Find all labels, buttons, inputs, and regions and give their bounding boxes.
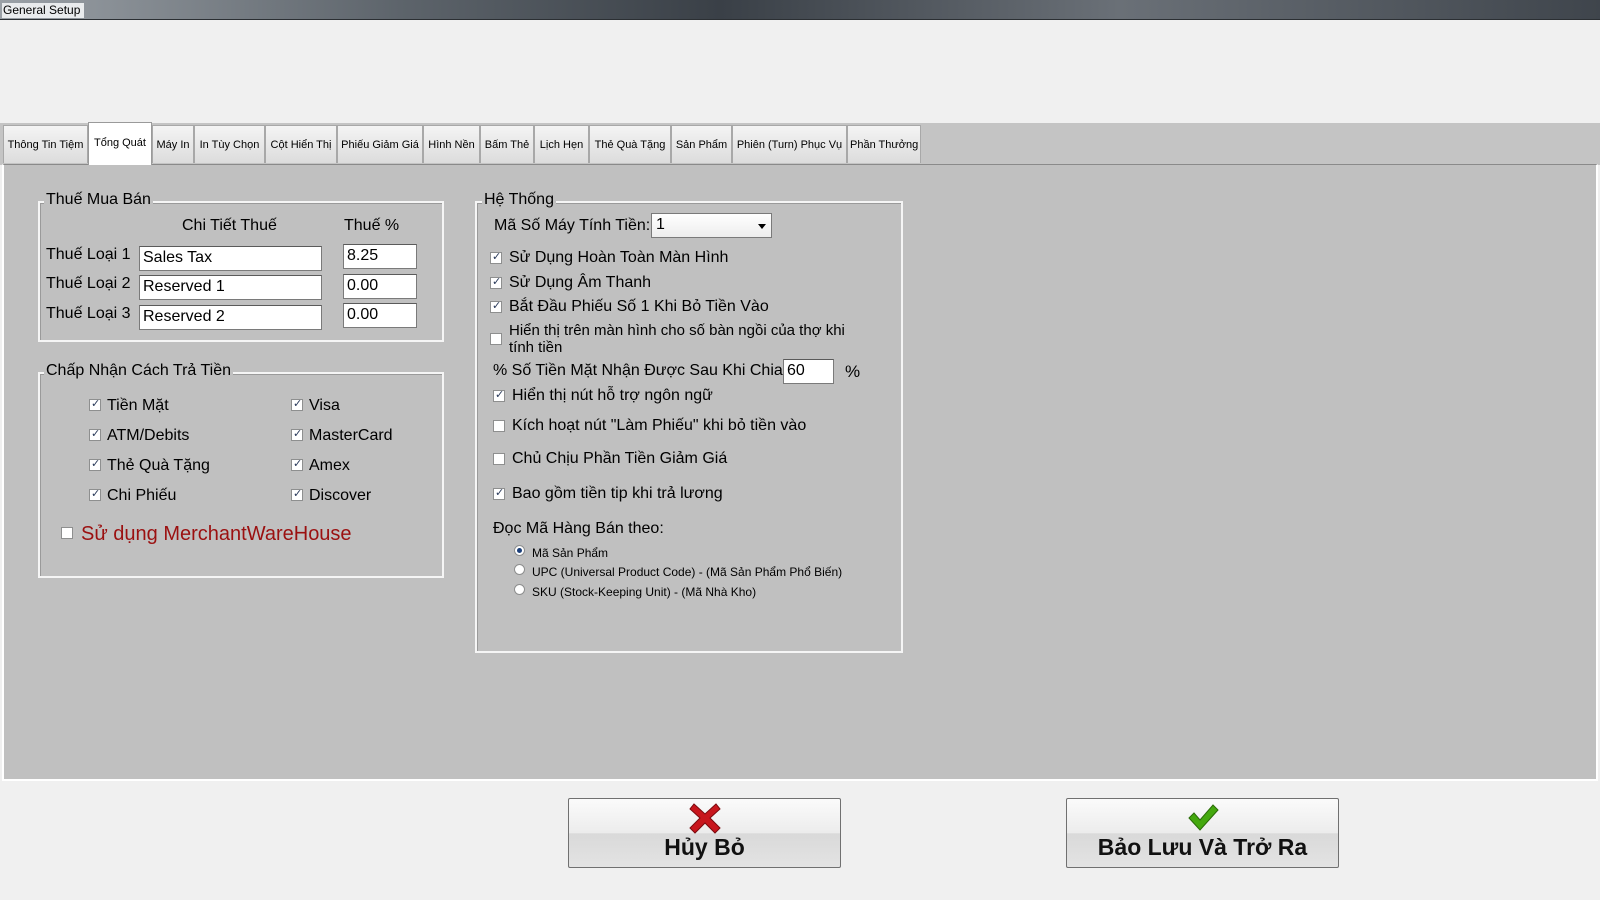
tab-label: Thẻ Quà Tặng — [594, 139, 666, 151]
tab-label: Thông Tin Tiệm — [7, 139, 84, 151]
tax-detail-header: Chi Tiết Thuế — [182, 217, 277, 234]
fullscreen-checkbox[interactable] — [490, 250, 502, 264]
show-seat-checkbox[interactable] — [490, 333, 502, 345]
top-area — [0, 20, 1600, 123]
chevron-down-icon — [758, 224, 766, 229]
tab-hinh-nen[interactable]: Hình Nền — [423, 125, 480, 163]
tax-detail-input[interactable]: Reserved 2 — [139, 305, 322, 330]
tab-lich-hen[interactable]: Lịch Hẹn — [534, 125, 589, 163]
cash-split-label: % Số Tiền Mặt Nhận Được Sau Khi Chia: — [493, 362, 788, 379]
make-ticket-label: Kích hoạt nút "Làm Phiếu" khi bỏ tiền và… — [512, 417, 807, 434]
read-code-label: Đọc Mã Hàng Bán theo: — [493, 520, 664, 537]
register-select[interactable]: 1 — [651, 213, 772, 238]
cash-label: Tiền Mặt — [107, 397, 169, 414]
show-seat-label: Hiển thị trên màn hình cho số bàn ngồi c… — [509, 322, 845, 356]
gift-card-label: Thẻ Quà Tặng — [107, 457, 210, 474]
tab-cot-hien-thi[interactable]: Cột Hiển Thị — [265, 125, 337, 163]
tax-row-label: Thuế Loại 1 — [46, 246, 131, 263]
cash-checkbox[interactable] — [89, 397, 101, 411]
visa-label: Visa — [309, 397, 340, 414]
tab-in-tuy-chon[interactable]: In Tùy Chọn — [194, 125, 265, 163]
tab-label: Tổng Quát — [94, 137, 146, 149]
atm-checkbox[interactable] — [89, 427, 101, 441]
tax-rate-input[interactable]: 8.25 — [343, 244, 417, 269]
discover-checkbox[interactable] — [291, 487, 303, 501]
gift-card-checkbox[interactable] — [89, 457, 101, 471]
include-tip-checkbox[interactable] — [493, 486, 505, 500]
sound-checkbox[interactable] — [490, 275, 502, 289]
tax-rate-input[interactable]: 0.00 — [343, 303, 417, 328]
tab-label: Phiếu Giảm Giá — [341, 139, 419, 151]
register-label: Mã Số Máy Tính Tiền: — [494, 217, 651, 234]
tab-label: Hình Nền — [428, 139, 475, 151]
cash-split-unit: % — [845, 362, 861, 381]
window-title: General Setup — [2, 3, 85, 18]
upc-radio[interactable] — [514, 564, 525, 575]
merchant-label: Sử dụng MerchantWareHouse — [81, 523, 352, 545]
owner-discount-label: Chủ Chịu Phần Tiền Giảm Giá — [512, 450, 728, 467]
tax-rate-input[interactable]: 0.00 — [343, 274, 417, 299]
tab-san-pham[interactable]: Sản Phẩm — [671, 125, 732, 163]
merchant-checkbox[interactable] — [61, 527, 73, 539]
tax-rate-header: Thuế % — [344, 217, 400, 234]
tab-thong-tin-tiem[interactable]: Thông Tin Tiệm — [3, 125, 88, 163]
tab-label: Máy In — [156, 139, 190, 151]
language-checkbox[interactable] — [493, 388, 505, 402]
amex-checkbox[interactable] — [291, 457, 303, 471]
start-ticket-label: Bắt Đầu Phiếu Số 1 Khi Bỏ Tiền Vào — [509, 298, 769, 315]
atm-label: ATM/Debits — [107, 427, 190, 444]
tax-row-label: Thuế Loại 3 — [46, 305, 131, 322]
amex-label: Amex — [309, 457, 350, 474]
owner-discount-checkbox[interactable] — [493, 453, 505, 465]
tax-row-label: Thuế Loại 2 — [46, 275, 131, 292]
tax-legend: Thuế Mua Bán — [44, 191, 153, 209]
tab-tong-quat[interactable]: Tổng Quát — [88, 122, 152, 165]
check-checkbox[interactable] — [89, 487, 101, 501]
tab-label: Lịch Hẹn — [539, 139, 584, 151]
fullscreen-label: Sử Dụng Hoàn Toàn Màn Hình — [509, 249, 729, 266]
tab-the-qua-tang[interactable]: Thẻ Quà Tặng — [589, 125, 671, 163]
tab-label: Phiên (Turn) Phục Vụ — [736, 139, 843, 151]
tab-bam-the[interactable]: Bấm Thẻ — [480, 125, 534, 163]
sku-label: SKU (Stock-Keeping Unit) - (Mã Nhà Kho) — [532, 585, 757, 599]
mastercard-checkbox[interactable] — [291, 427, 303, 441]
product-code-radio[interactable] — [514, 545, 525, 556]
tab-phieu-giam-gia[interactable]: Phiếu Giảm Giá — [337, 125, 423, 163]
mastercard-label: MasterCard — [309, 427, 393, 444]
cash-split-input[interactable]: 60 — [783, 359, 834, 384]
title-bar: General Setup — [0, 0, 1600, 20]
visa-checkbox[interactable] — [291, 397, 303, 411]
discover-label: Discover — [309, 487, 372, 504]
cancel-button[interactable]: Hủy Bỏ — [568, 798, 841, 868]
cancel-label: Hủy Bỏ — [664, 834, 745, 860]
register-value: 1 — [656, 216, 665, 233]
tab-label: Phần Thưởng — [850, 139, 919, 151]
check-label: Chi Phiếu — [107, 487, 177, 504]
start-ticket-checkbox[interactable] — [490, 299, 502, 313]
tab-label: Cột Hiển Thị — [270, 139, 332, 151]
tab-label: Sản Phẩm — [675, 139, 728, 151]
product-code-label: Mã Sản Phẩm — [532, 546, 609, 560]
save-exit-button[interactable]: Bảo Lưu Và Trở Ra — [1066, 798, 1339, 868]
make-ticket-checkbox[interactable] — [493, 420, 505, 432]
tab-label: Bấm Thẻ — [484, 139, 530, 151]
tax-detail-input[interactable]: Sales Tax — [139, 246, 322, 271]
tab-phan-thuong[interactable]: Phần Thưởng — [847, 125, 921, 163]
tab-phien-phuc-vu[interactable]: Phiên (Turn) Phục Vụ — [732, 125, 847, 163]
payment-legend: Chấp Nhận Cách Trả Tiền — [44, 362, 233, 380]
upc-label: UPC (Universal Product Code) - (Mã Sản P… — [532, 565, 843, 579]
language-label: Hiển thị nút hỗ trợ ngôn ngữ — [512, 387, 713, 404]
tax-detail-input[interactable]: Reserved 1 — [139, 275, 322, 300]
system-legend: Hệ Thống — [482, 191, 556, 209]
tab-may-in[interactable]: Máy In — [152, 125, 194, 163]
save-exit-label: Bảo Lưu Và Trở Ra — [1097, 834, 1308, 860]
tab-label: In Tùy Chọn — [199, 139, 260, 151]
sound-label: Sử Dụng Âm Thanh — [509, 274, 652, 291]
sku-radio[interactable] — [514, 584, 525, 595]
include-tip-label: Bao gồm tiền tip khi trả lương — [512, 485, 723, 502]
